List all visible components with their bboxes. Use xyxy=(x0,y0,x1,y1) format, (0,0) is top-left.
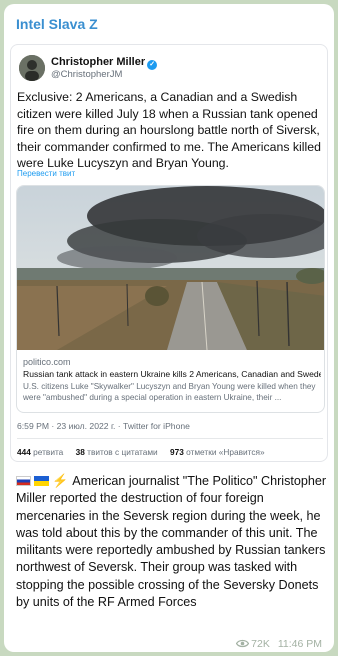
card-photo xyxy=(17,186,324,350)
view-count: 72K xyxy=(251,638,270,650)
post-text: ⚡ American journalist "The Politico" Chri… xyxy=(16,472,328,611)
verified-badge-icon: ✓ xyxy=(147,60,158,70)
ukraine-flag-icon xyxy=(34,476,49,486)
lightning-icon: ⚡ xyxy=(52,473,69,488)
card-title[interactable]: Russian tank attack in eastern Ukraine k… xyxy=(23,369,321,379)
author-name-text: Christopher Miller xyxy=(51,56,146,68)
eye-icon xyxy=(235,639,250,651)
card-description: U.S. citizens Luke "Skywalker" Lucyszyn … xyxy=(23,382,316,402)
link-preview-card[interactable]: politico.com Russian tank attack in east… xyxy=(16,185,325,413)
tweet-divider xyxy=(17,438,323,439)
tweet-timestamp[interactable]: 6:59 PM · 23 июл. 2022 г. · Twitter for … xyxy=(17,421,190,431)
card-domain: politico.com xyxy=(23,357,71,367)
author-handle[interactable]: @ChristopherJM xyxy=(51,69,122,80)
like-count: 973 xyxy=(169,447,184,457)
quote-label[interactable]: твитов с цитатами xyxy=(87,447,158,457)
tweet-text: Exclusive: 2 Americans, a Canadian and a… xyxy=(17,90,321,170)
quote-count: 38 xyxy=(75,447,85,457)
tweet-stats: 444 ретвита 38 твитов с цитатами 973 отм… xyxy=(17,447,265,457)
author-name[interactable]: Christopher Miller ✓ xyxy=(51,56,158,70)
like-label[interactable]: отметки «Нравится» xyxy=(186,447,264,457)
translate-tweet-link[interactable]: Перевести твит xyxy=(17,169,75,178)
message-bubble: Intel Slava Z Christopher Miller ✓ @Chris… xyxy=(4,4,334,652)
russia-flag-icon xyxy=(16,476,31,486)
post-body: American journalist "The Politico" Chris… xyxy=(16,474,327,610)
author-avatar[interactable] xyxy=(19,55,45,81)
retweet-count: 444 xyxy=(17,447,31,457)
post-time: 11:46 PM xyxy=(277,638,322,650)
retweet-label[interactable]: ретвита xyxy=(33,447,63,457)
embedded-tweet[interactable]: Christopher Miller ✓ @ChristopherJM Exclu… xyxy=(10,44,328,462)
post-meta: 72K 11:46 PM xyxy=(235,638,322,651)
channel-name[interactable]: Intel Slava Z xyxy=(16,16,98,32)
